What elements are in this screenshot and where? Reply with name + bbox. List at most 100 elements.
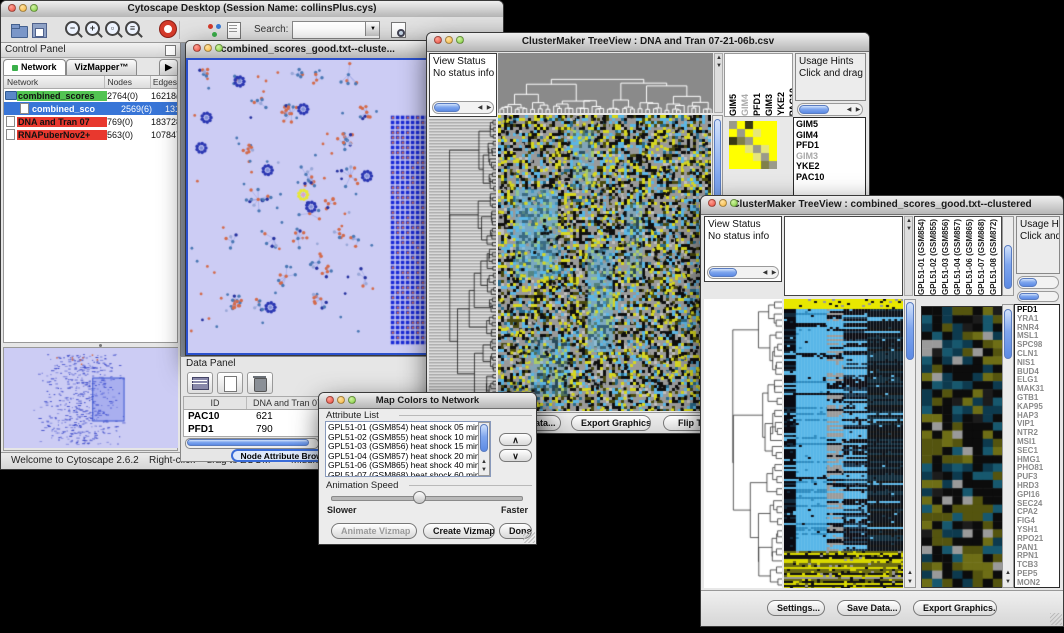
- gene-label[interactable]: PAC10: [796, 172, 863, 183]
- network-list-row[interactable]: combined_sco 2569(6) 13112(15): [4, 102, 177, 115]
- treeview1-titlebar[interactable]: ClusterMaker TreeView : DNA and Tran 07-…: [427, 33, 869, 52]
- zoom-out-icon[interactable]: −: [63, 20, 83, 40]
- treeview1-window-controls[interactable]: [434, 36, 464, 44]
- scroll-down-icon[interactable]: ▼: [905, 578, 915, 586]
- network-canvas[interactable]: [188, 60, 428, 353]
- scrollbar-thumb[interactable]: [1019, 293, 1039, 300]
- attribute-select-icon[interactable]: [187, 372, 213, 394]
- move-up-button[interactable]: ∧: [499, 433, 532, 446]
- scrollbar-thumb[interactable]: [480, 424, 488, 452]
- resize-grip[interactable]: [1050, 613, 1062, 625]
- scrollbar-thumb[interactable]: [1019, 278, 1037, 287]
- scroll-down-icon[interactable]: ▼: [1003, 578, 1013, 586]
- tv2-status-scrollbar[interactable]: ◀ ▶: [707, 266, 779, 279]
- tv1-hints-scrollbar[interactable]: ◀ ▶: [797, 103, 863, 116]
- network-list-row[interactable]: combined_scores 2764(0) 16218(0): [4, 89, 177, 102]
- create-vizmap-button[interactable]: Create Vizmap: [423, 523, 495, 539]
- gene-label[interactable]: GIM5: [796, 119, 863, 130]
- animate-vizmap-button[interactable]: Animate Vizmap: [331, 523, 417, 539]
- scrollbar-thumb[interactable]: [187, 439, 309, 446]
- gene-label[interactable]: GIM4: [796, 130, 863, 141]
- import-table-icon[interactable]: [388, 20, 408, 40]
- vizmapper-icon[interactable]: [204, 20, 224, 40]
- attribute-list-item[interactable]: GPL51-01 (GSM854) heat shock 05 min: [328, 423, 488, 433]
- attribute-list-item[interactable]: GPL51-02 (GSM855) heat shock 10 min: [328, 433, 488, 443]
- network-view-titlebar[interactable]: combined_scores_good.txt--cluste...: [186, 41, 430, 59]
- network-list-row[interactable]: DNA and Tran 07 769(0) 183728(0): [4, 115, 177, 128]
- column-label[interactable]: GPL51-03 (GSM856): [941, 219, 950, 295]
- column-label[interactable]: GIM5: [728, 94, 738, 116]
- column-label[interactable]: PFD1: [752, 93, 762, 116]
- network-window-controls[interactable]: [193, 44, 223, 52]
- annotation-icon[interactable]: [224, 20, 244, 40]
- tv2-row-dendrogram[interactable]: [704, 299, 782, 588]
- tv2-zoom-heatmap[interactable]: [921, 306, 1004, 588]
- network-list-row[interactable]: RNAPuberNov2+ 563(0) 107847(0): [4, 128, 177, 141]
- data-panel-hscrollbar[interactable]: [185, 438, 319, 449]
- speed-slider-track[interactable]: [331, 496, 523, 501]
- delete-attribute-icon[interactable]: [247, 372, 273, 394]
- tab-overflow-icon[interactable]: ▶: [159, 59, 178, 75]
- network-overview-canvas[interactable]: [4, 348, 178, 448]
- tv1-label-scroll-strip[interactable]: ▲ ▼: [714, 53, 723, 113]
- network-overview[interactable]: [3, 347, 178, 451]
- tv2-genelist-hscrollbar[interactable]: [1017, 291, 1059, 302]
- gene-label[interactable]: YKE2: [796, 161, 863, 172]
- tv1-status-scrollbar[interactable]: ◀ ▶: [432, 101, 494, 114]
- zoom-fit-icon[interactable]: ≡: [123, 20, 143, 40]
- scroll-up-icon[interactable]: ▲: [904, 217, 914, 225]
- search-input[interactable]: [294, 23, 366, 37]
- gene-label[interactable]: PFD1: [796, 140, 863, 151]
- speed-slider-thumb[interactable]: [413, 491, 426, 504]
- scroll-down-icon[interactable]: ▼: [904, 225, 914, 233]
- tv2-column-tree-area[interactable]: [784, 216, 903, 296]
- scroll-right-icon[interactable]: ▶: [484, 104, 494, 112]
- scrollbar-thumb[interactable]: [799, 105, 829, 114]
- save-data-button[interactable]: Save Data...: [837, 600, 901, 616]
- export-graphics-button[interactable]: Export Graphics...: [571, 415, 651, 431]
- create-attribute-icon[interactable]: [217, 372, 243, 394]
- scroll-up-icon[interactable]: ▲: [1003, 569, 1013, 577]
- attribute-list-item[interactable]: GPL51-04 (GSM857) heat shock 20 min: [328, 452, 488, 462]
- float-panel-icon[interactable]: [165, 45, 176, 56]
- tv1-heatmap[interactable]: [498, 115, 711, 411]
- dialog-titlebar[interactable]: Map Colors to Network: [319, 393, 536, 409]
- column-label[interactable]: GPL51-07 (GSM868): [977, 219, 986, 295]
- search-combobox[interactable]: ▼: [292, 21, 380, 39]
- tv1-column-dendrogram[interactable]: [498, 53, 713, 113]
- tv1-zoom-heatmap[interactable]: [729, 121, 777, 169]
- scroll-right-icon[interactable]: ▶: [853, 106, 863, 114]
- scrollbar-thumb[interactable]: [434, 103, 460, 112]
- tv2-labels-scrollbar[interactable]: [1002, 216, 1014, 296]
- scroll-down-icon[interactable]: ▼: [479, 466, 489, 474]
- column-label[interactable]: GPL51-01 (GSM854): [917, 219, 926, 295]
- dialog-window-controls[interactable]: [326, 396, 356, 404]
- scroll-up-icon[interactable]: ▲: [714, 54, 724, 62]
- column-label[interactable]: YKE2: [776, 92, 786, 116]
- tab-network[interactable]: Network: [3, 59, 66, 75]
- scrollbar-thumb[interactable]: [906, 302, 914, 360]
- attribute-list-item[interactable]: GPL51-07 (GSM868) heat shock 60 min: [328, 471, 488, 477]
- treeview2-window-controls[interactable]: [708, 199, 738, 207]
- gene-label[interactable]: GIM3: [796, 151, 863, 162]
- column-label[interactable]: GIM3: [764, 94, 774, 116]
- tv2-hints-scrollbar[interactable]: [1017, 276, 1059, 289]
- column-label[interactable]: PAC10: [788, 88, 793, 116]
- tv2-genelist-vscrollbar[interactable]: ▲ ▼: [1002, 304, 1014, 588]
- col-id[interactable]: ID: [184, 397, 247, 409]
- settings-button[interactable]: Settings...: [767, 600, 825, 616]
- gene-label[interactable]: MON2: [1017, 579, 1057, 588]
- tv2-heatmap[interactable]: [784, 299, 903, 588]
- scrollbar-thumb[interactable]: [709, 268, 737, 277]
- tv2-vscrollbar[interactable]: ▲ ▼: [904, 299, 916, 588]
- zoom-selected-icon[interactable]: ▫: [103, 20, 123, 40]
- resize-grip[interactable]: [523, 531, 535, 543]
- attribute-list-item[interactable]: GPL51-03 (GSM856) heat shock 15 min: [328, 442, 488, 452]
- tab-vizmapper[interactable]: VizMapper™: [66, 59, 138, 75]
- export-graphics-button[interactable]: Export Graphics...: [913, 600, 997, 616]
- tv1-row-dendrogram[interactable]: [429, 119, 496, 411]
- attribute-list-scrollbar[interactable]: ▲ ▼: [478, 422, 490, 476]
- column-label[interactable]: GPL51-08 (GSM872): [989, 219, 998, 295]
- scrollbar-thumb[interactable]: [1004, 245, 1012, 289]
- treeview2-titlebar[interactable]: ClusterMaker TreeView : combined_scores_…: [701, 196, 1063, 215]
